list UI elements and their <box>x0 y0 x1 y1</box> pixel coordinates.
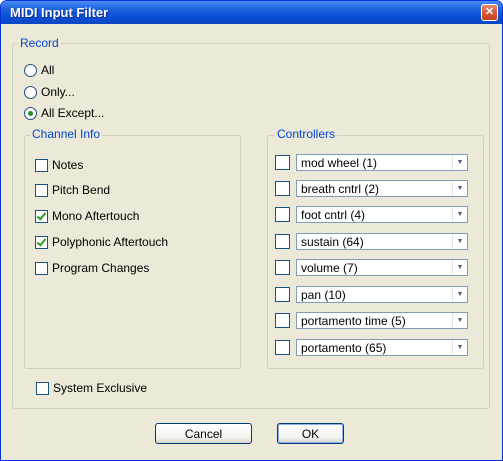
window-title: MIDI Input Filter <box>10 5 109 20</box>
controller-checkbox[interactable] <box>275 207 290 222</box>
checkbox-pitch-bend-label: Pitch Bend <box>52 183 111 197</box>
checkbox-program-changes[interactable]: Program Changes <box>35 261 149 275</box>
controller-select[interactable]: mod wheel (1) ▼ <box>296 154 468 171</box>
controller-select[interactable]: breath cntrl (2) ▼ <box>296 180 468 197</box>
checkbox-pitch-bend[interactable]: Pitch Bend <box>35 183 110 197</box>
radio-only-label: Only... <box>41 85 75 99</box>
chevron-down-icon[interactable]: ▼ <box>452 234 467 249</box>
controller-select[interactable]: sustain (64) ▼ <box>296 233 468 250</box>
radio-all-label: All <box>41 63 55 77</box>
radio-all-indicator[interactable] <box>24 63 37 77</box>
controller-select-value: volume (7) <box>301 261 358 275</box>
controller-checkbox[interactable] <box>275 340 290 355</box>
controller-select[interactable]: volume (7) ▼ <box>296 259 468 276</box>
controller-select[interactable]: pan (10) ▼ <box>296 286 468 303</box>
checkbox-mono-aftertouch-label: Mono Aftertouch <box>52 209 140 223</box>
controller-row: portamento time (5) ▼ <box>275 312 468 329</box>
controller-checkbox[interactable] <box>275 260 290 275</box>
controller-select[interactable]: portamento (65) ▼ <box>296 339 468 356</box>
controller-row: portamento (65) ▼ <box>275 339 468 356</box>
controller-select-value: pan (10) <box>301 288 346 302</box>
controller-select-value: mod wheel (1) <box>301 156 378 170</box>
chevron-down-icon[interactable]: ▼ <box>452 181 467 196</box>
radio-all-except-label: All Except... <box>41 106 105 120</box>
channel-info-label: Channel Info <box>30 127 103 141</box>
radio-all[interactable]: All <box>24 63 54 77</box>
checkbox-system-exclusive[interactable]: System Exclusive <box>36 381 147 395</box>
chevron-down-icon[interactable]: ▼ <box>452 260 467 275</box>
controller-row: sustain (64) ▼ <box>275 233 468 250</box>
checkbox-polyphonic-aftertouch-label: Polyphonic Aftertouch <box>52 235 169 249</box>
radio-only[interactable]: Only... <box>24 85 75 99</box>
controller-row: pan (10) ▼ <box>275 286 468 303</box>
checkbox-polyphonic-aftertouch-box[interactable] <box>35 235 48 249</box>
controller-select-value: portamento time (5) <box>301 314 406 328</box>
checkbox-program-changes-box[interactable] <box>35 261 48 275</box>
cancel-button[interactable]: Cancel <box>155 423 252 444</box>
checkbox-notes-label: Notes <box>52 158 84 172</box>
controller-row: breath cntrl (2) ▼ <box>275 180 468 197</box>
controller-checkbox[interactable] <box>275 155 290 170</box>
controller-checkbox[interactable] <box>275 313 290 328</box>
radio-all-except-indicator[interactable] <box>24 106 37 120</box>
ok-button[interactable]: OK <box>277 423 344 444</box>
checkbox-mono-aftertouch[interactable]: Mono Aftertouch <box>35 209 139 223</box>
midi-input-filter-dialog: MIDI Input Filter ✕ Record All Only... A… <box>0 0 503 461</box>
radio-only-indicator[interactable] <box>24 85 37 99</box>
controller-checkbox[interactable] <box>275 287 290 302</box>
checkbox-mono-aftertouch-box[interactable] <box>35 209 48 223</box>
controller-select-value: foot cntrl (4) <box>301 208 366 222</box>
checkbox-pitch-bend-box[interactable] <box>35 183 48 197</box>
controller-select[interactable]: foot cntrl (4) ▼ <box>296 206 468 223</box>
chevron-down-icon[interactable]: ▼ <box>452 207 467 222</box>
controller-row: mod wheel (1) ▼ <box>275 154 468 171</box>
controller-row: foot cntrl (4) ▼ <box>275 206 468 223</box>
chevron-down-icon[interactable]: ▼ <box>452 340 467 355</box>
checkbox-polyphonic-aftertouch[interactable]: Polyphonic Aftertouch <box>35 235 168 249</box>
radio-all-except[interactable]: All Except... <box>24 106 104 120</box>
controllers-label: Controllers <box>275 127 338 141</box>
chevron-down-icon[interactable]: ▼ <box>452 287 467 302</box>
close-icon[interactable]: ✕ <box>481 4 498 21</box>
chevron-down-icon[interactable]: ▼ <box>452 155 467 170</box>
controller-checkbox[interactable] <box>275 234 290 249</box>
checkbox-program-changes-label: Program Changes <box>52 261 150 275</box>
controller-select[interactable]: portamento time (5) ▼ <box>296 312 468 329</box>
controller-checkbox[interactable] <box>275 181 290 196</box>
controller-row: volume (7) ▼ <box>275 259 468 276</box>
title-bar[interactable]: MIDI Input Filter ✕ <box>1 1 502 24</box>
controller-select-value: breath cntrl (2) <box>301 182 380 196</box>
checkbox-system-exclusive-box[interactable] <box>36 381 49 395</box>
record-group-label: Record <box>18 36 61 50</box>
chevron-down-icon[interactable]: ▼ <box>452 313 467 328</box>
checkbox-notes[interactable]: Notes <box>35 158 83 172</box>
controller-select-value: portamento (65) <box>301 341 387 355</box>
checkbox-notes-box[interactable] <box>35 158 48 172</box>
controller-select-value: sustain (64) <box>301 235 364 249</box>
checkbox-system-exclusive-label: System Exclusive <box>53 381 148 395</box>
